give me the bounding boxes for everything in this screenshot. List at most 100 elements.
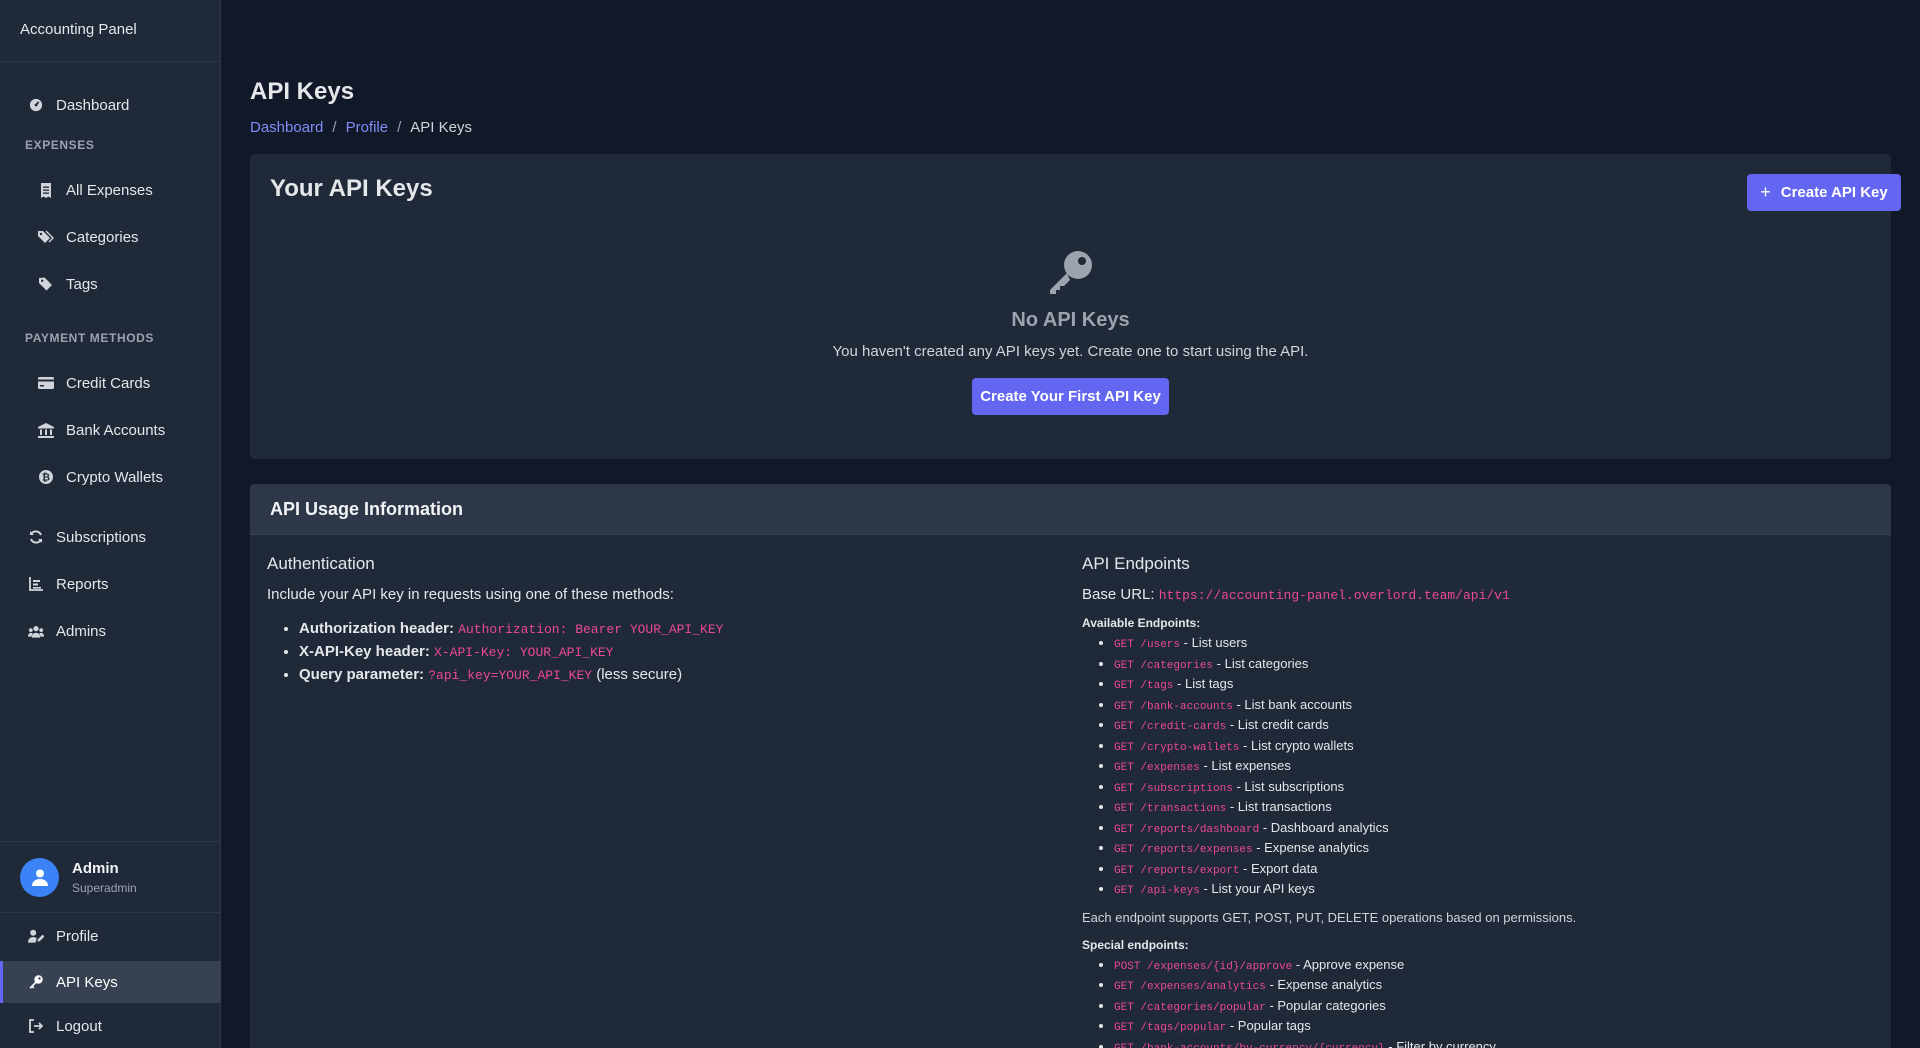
endpoint-description: - List users xyxy=(1180,635,1248,650)
list-item: GET /bank-accounts - List bank accounts xyxy=(1114,696,1862,717)
endpoint-code: GET /transactions xyxy=(1114,803,1227,815)
endpoint-description: - Dashboard analytics xyxy=(1259,819,1389,835)
tags-icon xyxy=(38,229,54,245)
svg-text:₿: ₿ xyxy=(42,472,50,484)
sidebar-item-credit-cards[interactable]: Credit Cards xyxy=(0,363,221,403)
sidebar-item-categories[interactable]: Categories xyxy=(0,217,221,257)
endpoint-description: - List your API keys xyxy=(1199,881,1315,896)
method-label: Query parameter: xyxy=(299,666,425,683)
endpoint-code: GET /reports/expenses xyxy=(1114,844,1253,856)
users-icon xyxy=(28,623,44,639)
breadcrumb: Dashboard / Profile / API Keys xyxy=(250,119,472,136)
user-panel: Admin Superadmin xyxy=(0,841,221,913)
sidebar-item-subscriptions[interactable]: Subscriptions xyxy=(0,517,221,557)
endpoint-code: GET /credit-cards xyxy=(1114,721,1227,733)
special-endpoints-label: Special endpoints: xyxy=(1082,937,1189,952)
sidebar-item-logout[interactable]: Logout xyxy=(0,1006,221,1046)
sidebar-item-label: All Expenses xyxy=(66,181,153,199)
sidebar-item-label: Profile xyxy=(56,927,99,945)
page-title: API Keys xyxy=(250,78,355,105)
list-item: GET /expenses - List expenses xyxy=(1114,757,1862,778)
key-icon xyxy=(1049,251,1092,294)
user-name: Admin xyxy=(72,859,119,877)
available-endpoints-list: GET /users - List users GET /categories -… xyxy=(1082,634,1862,901)
api-usage-card: API Usage Information Authentication Inc… xyxy=(250,484,1891,1048)
endpoint-code: GET /crypto-wallets xyxy=(1114,741,1240,754)
logout-icon xyxy=(28,1018,44,1034)
endpoint-code: GET /bank-accounts/by-currency/{currency… xyxy=(1114,1043,1385,1048)
endpoint-description: - Approve expense xyxy=(1292,956,1405,972)
plus-icon: + xyxy=(1760,182,1771,202)
sidebar-item-profile[interactable]: Profile xyxy=(0,916,221,956)
receipt-icon xyxy=(38,182,54,198)
endpoint-description: - Expense analytics xyxy=(1252,840,1369,855)
base-url-label: Base URL: xyxy=(1082,586,1155,603)
auth-methods-list: Authorization header: Authorization: Bea… xyxy=(267,618,1047,687)
key-icon xyxy=(28,974,44,990)
button-label: Create API Key xyxy=(1780,184,1888,201)
list-item: Query parameter: ?api_key=YOUR_API_KEY (… xyxy=(299,664,1047,687)
endpoint-code: GET /categories/popular xyxy=(1114,1001,1266,1014)
authentication-intro: Include your API key in requests using o… xyxy=(267,586,674,603)
method-code: Authorization: Bearer YOUR_API_KEY xyxy=(458,622,724,637)
list-item: GET /reports/export - Export data xyxy=(1114,860,1862,881)
list-item: Authorization header: Authorization: Bea… xyxy=(299,618,1047,641)
sidebar-item-label: Logout xyxy=(56,1017,102,1035)
main-content: API Keys Dashboard / Profile / API Keys Your… xyxy=(221,0,1920,1048)
sidebar: Accounting Panel Dashboard EXPENSES All … xyxy=(0,0,221,1048)
endpoint-code: GET /tags xyxy=(1114,680,1174,692)
special-endpoints-list: POST /expenses/{id}/approve - Approve ex… xyxy=(1082,956,1862,1048)
endpoints-column: API Endpoints Base URL: https://accounti… xyxy=(1082,554,1862,1048)
list-item: GET /tags - List tags xyxy=(1114,675,1862,696)
sidebar-item-label: Admins xyxy=(56,622,107,640)
list-item: GET /categories - List categories xyxy=(1114,655,1862,676)
sidebar-item-bank-accounts[interactable]: Bank Accounts xyxy=(0,410,221,450)
base-url: https://accounting-panel.overlord.team/a… xyxy=(1158,588,1510,603)
endpoint-code: GET /bank-accounts xyxy=(1114,700,1233,713)
method-label: X-API-Key header: xyxy=(299,643,430,660)
method-code: ?api_key=YOUR_API_KEY xyxy=(428,668,593,683)
list-item: GET /expenses/analytics - Expense analyt… xyxy=(1114,976,1862,997)
list-item: GET /categories/popular - Popular catego… xyxy=(1114,997,1862,1018)
authentication-heading: Authentication xyxy=(267,554,375,573)
sidebar-item-all-expenses[interactable]: All Expenses xyxy=(0,170,221,210)
list-item: GET /reports/expenses - Expense analytic… xyxy=(1114,839,1862,860)
create-api-key-button[interactable]: + Create API Key xyxy=(1747,174,1901,211)
empty-state-title: No API Keys xyxy=(1011,309,1130,331)
card-title: Your API Keys xyxy=(270,175,433,202)
section-label-expenses: EXPENSES xyxy=(25,138,95,152)
sidebar-item-crypto-wallets[interactable]: ₿ Crypto Wallets xyxy=(0,457,221,497)
user-role: Superadmin xyxy=(72,880,137,895)
sidebar-item-label: Categories xyxy=(66,228,139,246)
sidebar-item-dashboard[interactable]: Dashboard xyxy=(0,85,221,125)
endpoints-note: Each endpoint supports GET, POST, PUT, D… xyxy=(1082,909,1577,925)
sidebar-item-api-keys[interactable]: API Keys xyxy=(0,961,221,1003)
sidebar-item-reports[interactable]: Reports xyxy=(0,564,221,604)
endpoint-code: GET /subscriptions xyxy=(1114,782,1233,795)
user-icon xyxy=(31,869,48,886)
sidebar-item-label: Credit Cards xyxy=(66,374,151,392)
sidebar-item-label: Crypto Wallets xyxy=(66,468,163,486)
sidebar-item-label: Reports xyxy=(56,575,109,593)
avatar xyxy=(20,857,59,897)
endpoint-description: - Filter by currency xyxy=(1384,1038,1496,1048)
refresh-icon xyxy=(28,529,44,545)
sidebar-item-admins[interactable]: Admins xyxy=(0,611,221,651)
method-code: X-API-Key: YOUR_API_KEY xyxy=(434,645,614,660)
list-item: GET /crypto-wallets - List crypto wallet… xyxy=(1114,737,1862,758)
endpoint-code: GET /users xyxy=(1114,639,1181,651)
endpoint-description: - List transactions xyxy=(1226,799,1332,814)
sidebar-item-label: Tags xyxy=(66,275,98,293)
endpoint-description: - List bank accounts xyxy=(1232,696,1353,712)
create-first-api-key-button[interactable]: Create Your First API Key xyxy=(972,378,1169,415)
breadcrumb-current: API Keys xyxy=(410,119,472,136)
breadcrumb-link-dashboard[interactable]: Dashboard xyxy=(250,119,323,136)
list-item: GET /subscriptions - List subscriptions xyxy=(1114,778,1862,799)
endpoint-code: GET /api-keys xyxy=(1114,885,1200,897)
app-brand[interactable]: Accounting Panel xyxy=(0,0,220,62)
endpoint-code: GET /reports/dashboard xyxy=(1114,823,1260,836)
breadcrumb-link-profile[interactable]: Profile xyxy=(346,119,389,136)
sidebar-item-tags[interactable]: Tags xyxy=(0,264,221,304)
credit-card-icon xyxy=(38,375,54,391)
endpoint-description: - List tags xyxy=(1173,676,1234,691)
